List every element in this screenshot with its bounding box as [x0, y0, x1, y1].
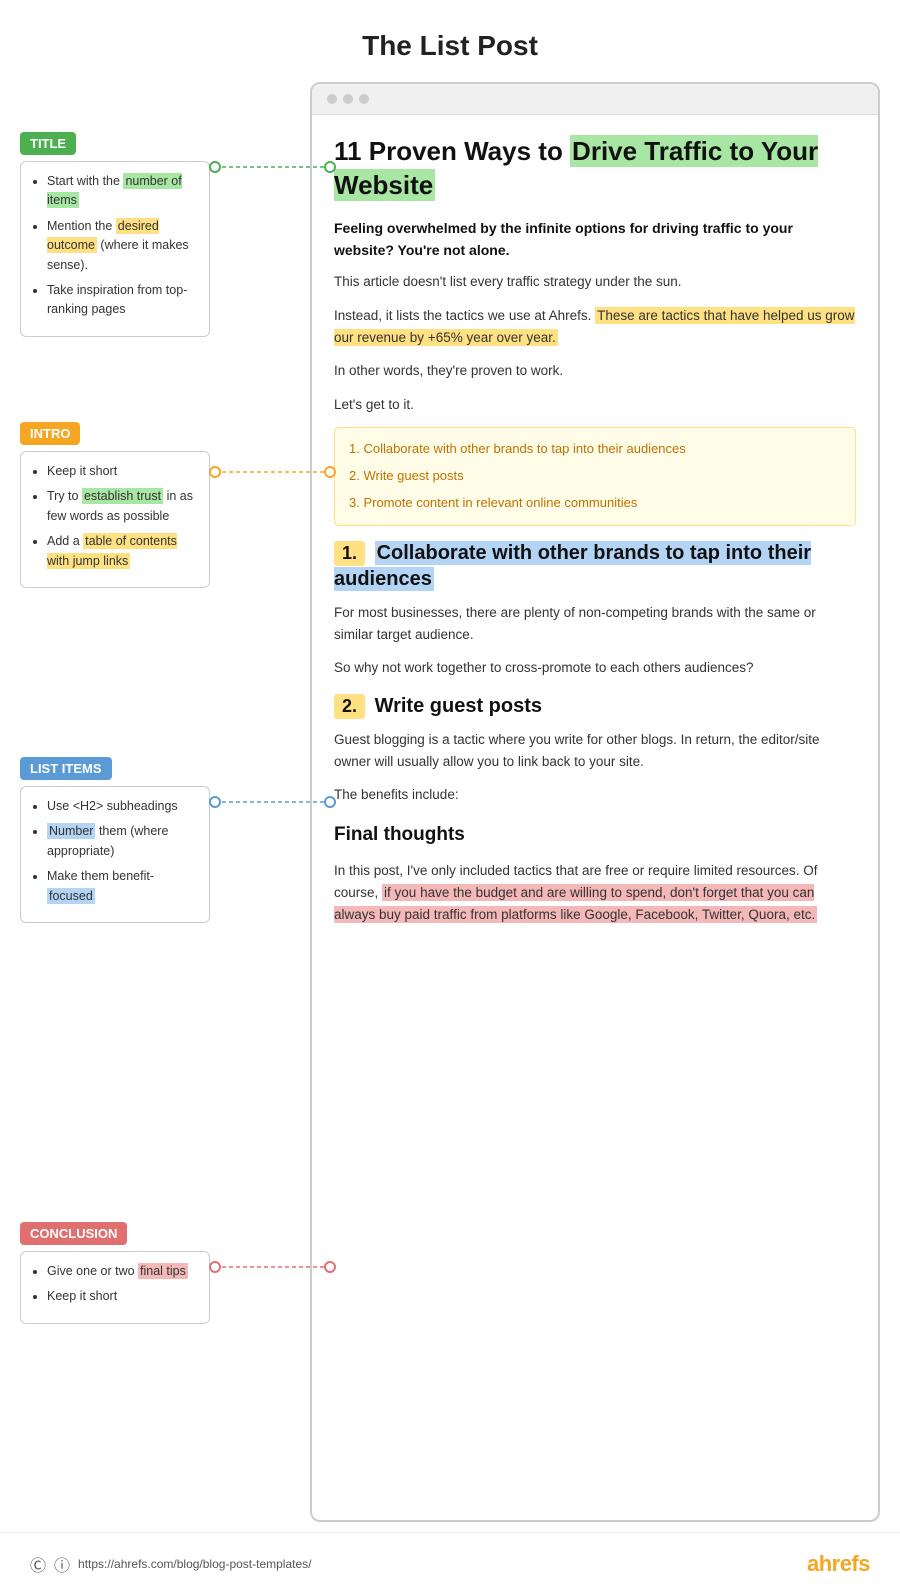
- conclusion-highlighted: if you have the budget and are willing t…: [334, 884, 817, 923]
- page-title: The List Post: [0, 0, 900, 82]
- article-h3-final: Final thoughts: [334, 820, 856, 850]
- conclusion-tip-1: Give one or two final tips: [47, 1262, 197, 1281]
- intro-tip-2: Try to establish trust in as few words a…: [47, 487, 197, 526]
- title-tip-2: Mention the desired outcome (where it ma…: [47, 217, 197, 275]
- list-items-label: LIST ITEMS: [20, 757, 112, 780]
- conclusion-label: CONCLUSION: [20, 1222, 127, 1245]
- body-2-p1: Guest blogging is a tactic where you wri…: [334, 729, 856, 772]
- list-items-tips-box: Use <H2> subheadings Number them (where …: [20, 786, 210, 923]
- article-h2-1: 1. Collaborate with other brands to tap …: [334, 540, 856, 592]
- conclusion-tips-box: Give one or two final tips Keep it short: [20, 1251, 210, 1324]
- title-tips-box: Start with the number of items Mention t…: [20, 161, 210, 337]
- intro-tips-box: Keep it short Try to establish trust in …: [20, 451, 210, 588]
- footer-brand: ahrefs: [807, 1551, 870, 1577]
- browser-dot-2: [343, 94, 353, 104]
- browser-dot-1: [327, 94, 337, 104]
- intro-bold: Feeling overwhelmed by the infinite opti…: [334, 217, 856, 262]
- footer-left: Ⓒ ⓘ https://ahrefs.com/blog/blog-post-te…: [30, 1552, 311, 1576]
- intro-p1: This article doesn't list every traffic …: [334, 271, 856, 293]
- h2-1-num: 1.: [334, 541, 365, 566]
- list-tip-3: Make them benefit-focused: [47, 867, 197, 906]
- h2-1-text: Collaborate with other brands to tap int…: [334, 541, 811, 591]
- intro-p2: Instead, it lists the tactics we use at …: [334, 305, 856, 348]
- browser-bar: [312, 84, 878, 115]
- title-text: Proven Ways to: [369, 136, 570, 166]
- browser-dot-3: [359, 94, 369, 104]
- intro-p3: In other words, they're proven to work.: [334, 360, 856, 382]
- title-tip-1: Start with the number of items: [47, 172, 197, 211]
- intro-p4: Let's get to it.: [334, 394, 856, 416]
- intro-tip-3: Add a table of contents with jump links: [47, 532, 197, 571]
- body-2-p2: The benefits include:: [334, 784, 856, 806]
- h2-2-num: 2.: [334, 694, 365, 719]
- body-1-p1: For most businesses, there are plenty of…: [334, 602, 856, 645]
- list-tip-1: Use <H2> subheadings: [47, 797, 197, 816]
- list-items-annotation: LIST ITEMS Use <H2> subheadings Number t…: [20, 757, 210, 923]
- footer-url: https://ahrefs.com/blog/blog-post-templa…: [78, 1557, 311, 1571]
- intro-tip-1: Keep it short: [47, 462, 197, 481]
- cc-icon: Ⓒ: [30, 1552, 46, 1576]
- list-tip-2: Number them (where appropriate): [47, 822, 197, 861]
- intro-annotation: INTRO Keep it short Try to establish tru…: [20, 422, 210, 588]
- article-h1: 11 Proven Ways to Drive Traffic to Your …: [334, 135, 856, 203]
- title-label: TITLE: [20, 132, 76, 155]
- h2-2-text: Write guest posts: [375, 695, 542, 717]
- intro-label: INTRO: [20, 422, 80, 445]
- article-content: 11 Proven Ways to Drive Traffic to Your …: [312, 115, 878, 957]
- info-icon: ⓘ: [54, 1552, 70, 1576]
- body-1-p2: So why not work together to cross-promot…: [334, 657, 856, 679]
- browser-frame: 11 Proven Ways to Drive Traffic to Your …: [310, 82, 880, 1522]
- intro-p2-before: Instead, it lists the tactics we use at …: [334, 308, 591, 323]
- toc-item-1: 1. Collaborate with other brands to tap …: [349, 436, 841, 463]
- toc-item-2: 2. Write guest posts: [349, 463, 841, 490]
- title-number: 11: [334, 136, 362, 166]
- article-h2-2: 2. Write guest posts: [334, 693, 856, 719]
- conclusion-annotation: CONCLUSION Give one or two final tips Ke…: [20, 1222, 210, 1324]
- title-annotation: TITLE Start with the number of items Men…: [20, 132, 210, 337]
- conclusion-tip-2: Keep it short: [47, 1287, 197, 1306]
- page-footer: Ⓒ ⓘ https://ahrefs.com/blog/blog-post-te…: [0, 1532, 900, 1595]
- toc-list: 1. Collaborate with other brands to tap …: [334, 427, 856, 525]
- title-tip-3: Take inspiration from top-ranking pages: [47, 281, 197, 320]
- conclusion-p: In this post, I've only included tactics…: [334, 860, 856, 925]
- toc-item-3: 3. Promote content in relevant online co…: [349, 490, 841, 517]
